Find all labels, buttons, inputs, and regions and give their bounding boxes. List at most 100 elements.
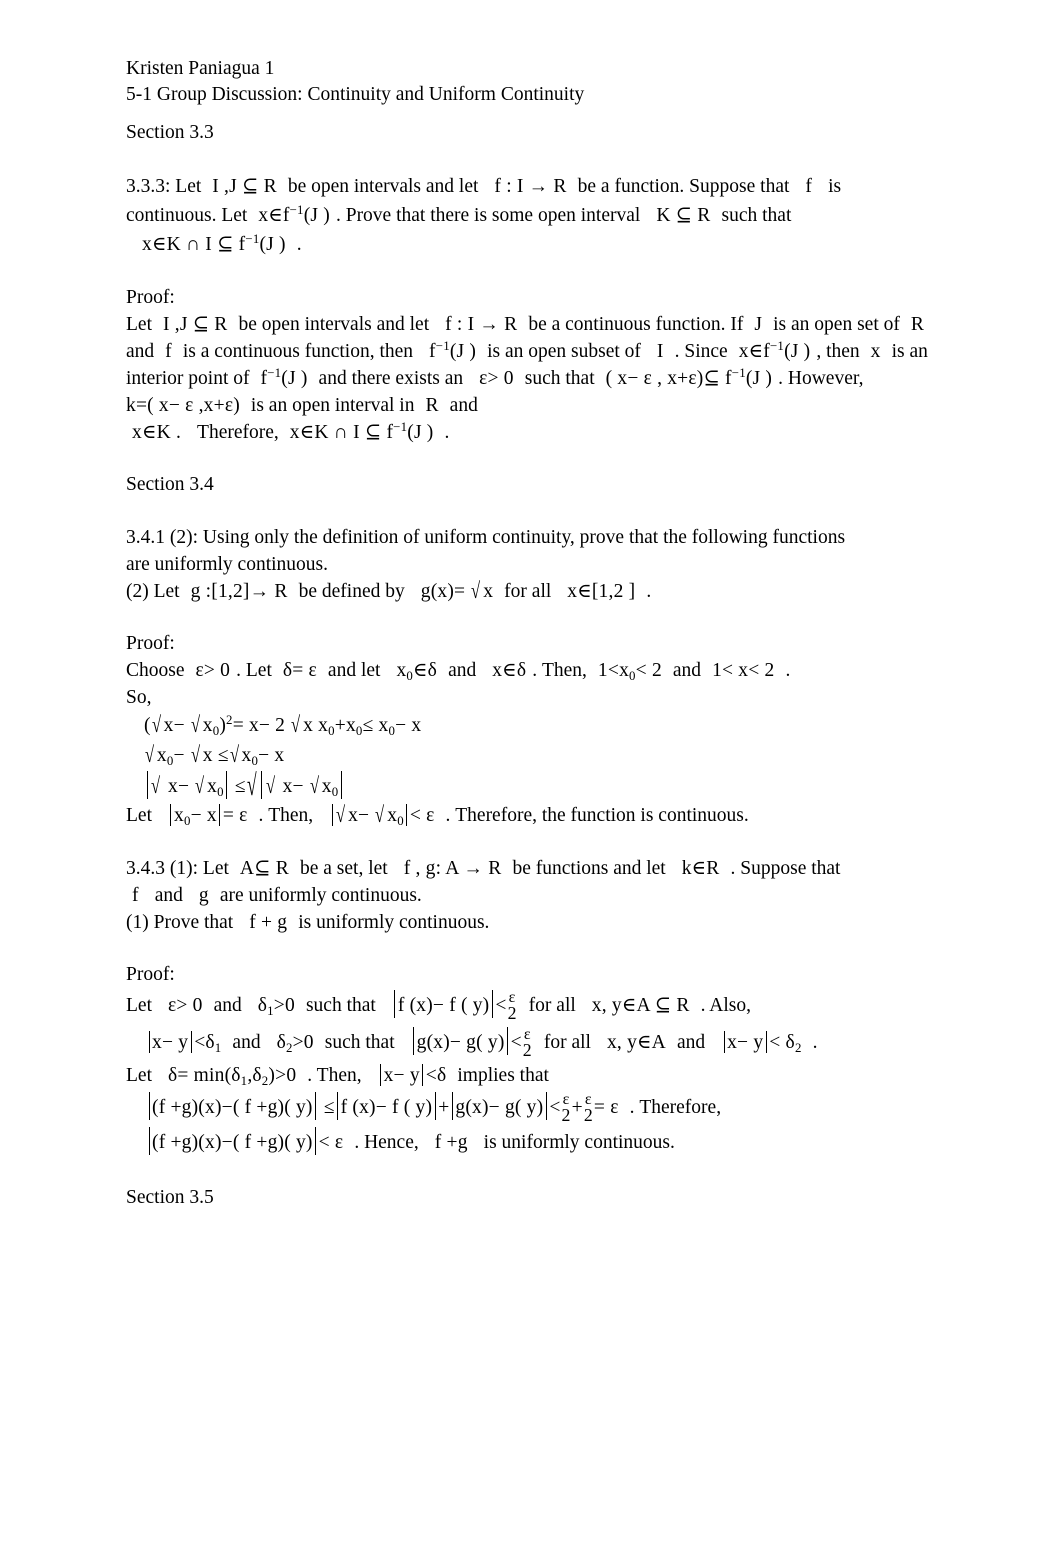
math-final-bound: (f +g)(x)−( f +g)( y) < ε	[146, 1127, 343, 1156]
text-fragment: such that	[305, 995, 376, 1017]
math-abs-sqrt-inequality: √ x− √ x0 ≤√ √ x− √ x0	[144, 770, 344, 803]
problem-3-4-1-line-2: are uniformly continuous.	[126, 554, 328, 575]
text-fragment: .	[444, 422, 450, 443]
math-function-map: f : I → R	[494, 176, 567, 197]
math-r: R	[910, 314, 925, 335]
problem-3-4-1-line-1: 3.4.1 (2): Using only the definition of …	[126, 527, 846, 548]
math-epsilon-positive: ε> 0	[195, 660, 231, 681]
text-fragment: and	[154, 885, 183, 907]
text-fragment: .	[785, 660, 791, 681]
math-x0-bounds: 1<x0< 2	[597, 660, 662, 683]
proof-label-3-4-3: Proof:	[126, 964, 175, 986]
math-delta-min: δ= min(δ1,δ2)>0	[167, 1065, 297, 1088]
math-preimage: f−1(J )	[260, 365, 308, 389]
math-xy-in-a: x, y∈A	[606, 1032, 666, 1054]
author-line: Kristen Paniagua 1	[126, 58, 275, 79]
text-fragment: and	[672, 660, 702, 681]
text-fragment: (1) Prove that	[126, 912, 234, 934]
assignment-title-line: 5-1 Group Discussion: Continuity and Uni…	[126, 84, 585, 105]
text-fragment: be defined by	[298, 581, 405, 602]
text-fragment: Let	[126, 1065, 152, 1087]
math-x-in-interval: x∈[1,2 ]	[567, 581, 636, 602]
math-g-definition: g(x)= √ x	[420, 579, 494, 604]
text-fragment: and	[448, 660, 477, 681]
math-abs-x-minus-y-lt-delta: x− y <δ	[378, 1063, 447, 1086]
proof-3-4-3-line-1: Let ε> 0 and δ1>0 such that f (x)− f ( y) < ε 2 f…	[126, 988, 936, 1024]
text-fragment: be a continuous function. If	[528, 314, 744, 335]
math-f: f	[132, 885, 139, 907]
equation-line-3: √ x− √ x0 ≤√ √ x− √ x0	[126, 770, 936, 803]
text-fragment: .	[296, 234, 302, 255]
problem-number: 3.4.3 (1):	[126, 858, 199, 880]
text-fragment: is uniformly continuous.	[298, 912, 490, 934]
math-f-bound: f (x)− f ( y) < ε 2	[392, 989, 518, 1022]
text-fragment: and	[449, 395, 478, 416]
math-abs-x-minus-y-lt-delta2: x− y < δ2	[721, 1030, 802, 1054]
proof-3-4-3-line-5: (f +g)(x)−( f +g)( y) < ε . Hence, f +g is u…	[126, 1127, 936, 1159]
math-interval-subset: ( x− ε , x+ε)⊆ f−1(J )	[605, 365, 773, 389]
text-fragment: . Hence,	[354, 1132, 419, 1154]
text-fragment: such that	[324, 1032, 395, 1054]
math-intervals: I ,J ⊆ R	[162, 314, 228, 335]
proof-3-4-3-line-3: Let δ= min(δ1,δ2)>0 . Then, x− y <δ implies t…	[126, 1062, 936, 1089]
math-abs-x-minus-y-lt-delta1: x− y <δ1	[146, 1030, 221, 1054]
text-fragment: such that	[721, 205, 792, 226]
text-fragment: be a set, let	[300, 858, 388, 880]
text-fragment: . However,	[778, 368, 864, 389]
text-fragment: is a continuous function, then	[182, 341, 414, 362]
text-fragment: . Let	[236, 660, 272, 681]
math-x-in-preimage: x∈f−1(J )	[738, 338, 811, 362]
document-page: Kristen Paniagua 1 5-1 Group Discussion:…	[0, 0, 1062, 1561]
problem-3-4-1-part-2: (2) Let g :[1,2]→ R be defined by g(x)= √ x f…	[126, 578, 936, 605]
math-conclusion: x∈K ∩ I ⊆ f−1(J )	[289, 419, 434, 443]
text-fragment: Let	[202, 858, 229, 880]
math-x: x	[870, 341, 881, 362]
math-delta1-positive: δ1>0	[257, 995, 295, 1018]
math-abs-sqrt-less-epsilon: √ x− √ x0 < ε	[329, 803, 434, 828]
proof-label-3-4-1: Proof:	[126, 633, 175, 654]
text-fragment: is uniformly continuous.	[483, 1132, 675, 1154]
math-x-in-delta: x∈δ	[492, 660, 527, 681]
math-i: I	[656, 341, 664, 362]
text-fragment: .	[674, 341, 680, 362]
problem-3-3-3-conclusion: x∈K ∩ I ⊆ f−1(J ).	[126, 230, 936, 259]
math-f-plus-g: f +g	[434, 1132, 468, 1154]
math-f: f	[805, 176, 813, 197]
proof-3-4-3-line-4: (f +g)(x)−( f +g)( y) ≤ f (x)− f ( y) + g(x…	[126, 1089, 936, 1127]
math-k-in-r: k∈R	[681, 858, 720, 880]
text-fragment: , then	[816, 341, 860, 362]
text-fragment: Choose	[126, 660, 185, 681]
text-fragment: Therefore,	[197, 422, 279, 443]
text-fragment: is an open subset of	[487, 341, 641, 362]
math-sqrt-difference-bound: √ x0− √ x ≤√ x0− x	[145, 743, 285, 768]
text-fragment: .	[646, 581, 652, 602]
math-expanded-square: (√ x− √ x0)2= x− 2 √ x x0+x0≤ x0− x	[144, 712, 422, 738]
text-fragment: Let	[126, 314, 152, 335]
text-fragment: and there exists an	[318, 368, 464, 389]
section-heading-3-4: Section 3.4	[126, 474, 214, 495]
problem-3-3-3: 3.3.3: Let I ,J ⊆ R be open intervals and …	[126, 172, 936, 230]
text-fragment: and	[213, 995, 242, 1017]
section-heading-3-5: Section 3.5	[126, 1187, 214, 1209]
text-fragment: . Also,	[700, 995, 751, 1017]
text-fragment: . Suppose that	[730, 858, 841, 880]
math-r: R	[425, 395, 439, 416]
text-fragment: . Then,	[258, 805, 314, 827]
document-header: Kristen Paniagua 1 5-1 Group Discussion:…	[126, 56, 936, 108]
math-g-domain: g :[1,2]→ R	[190, 581, 288, 602]
math-epsilon-positive: ε> 0	[167, 995, 203, 1017]
math-g: g	[198, 885, 209, 907]
math-j: J	[754, 314, 763, 335]
math-x-in-k: x∈K .	[132, 422, 182, 443]
math-triangle-inequality: (f +g)(x)−( f +g)( y) ≤ f (x)− f ( y) + g(x…	[146, 1091, 619, 1124]
math-g-bound: g(x)− g( y) < ε 2	[411, 1026, 533, 1059]
equation-line-1: (√ x− √ x0)2= x− 2 √ x x0+x0≤ x0− x	[126, 711, 936, 741]
text-fragment: and	[676, 1032, 706, 1054]
text-fragment: . Prove that there is some open interval	[335, 205, 641, 226]
text-fragment: such that	[524, 368, 595, 389]
